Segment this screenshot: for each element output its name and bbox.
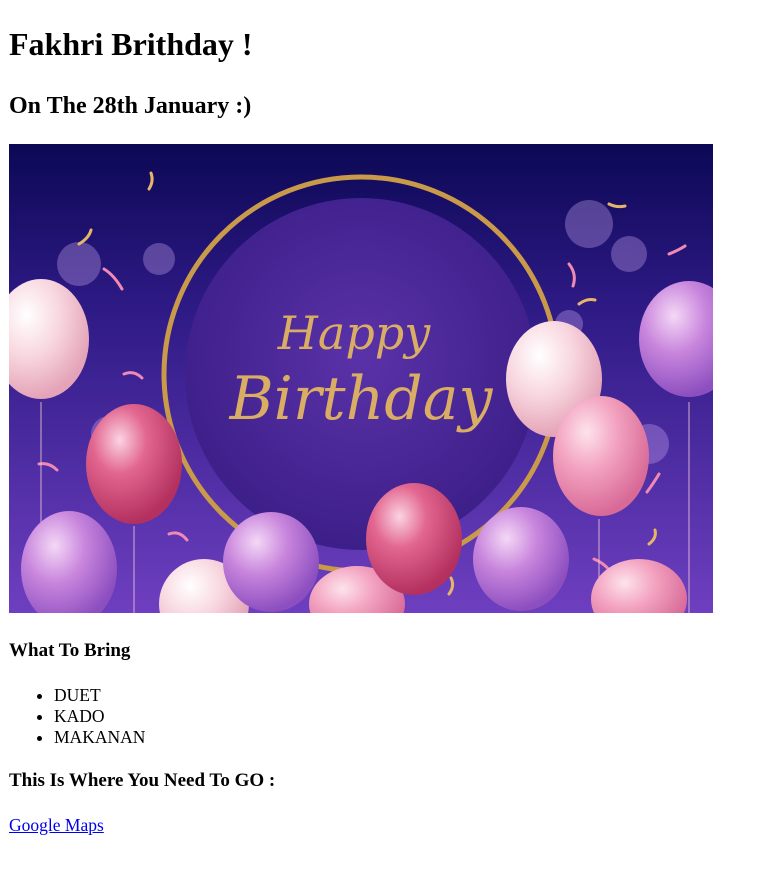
birthday-banner-image: Happy Birthday (9, 144, 713, 613)
google-maps-link[interactable]: Google Maps (9, 815, 104, 836)
bring-heading: What To Bring (9, 640, 131, 661)
list-item: MAKANAN (54, 727, 145, 748)
banner-text-happy: Happy (277, 306, 431, 360)
page-subtitle: On The 28th January :) (9, 93, 252, 119)
location-heading: This Is Where You Need To GO : (9, 770, 276, 791)
bring-list: DUET KADO MAKANAN (14, 685, 145, 748)
banner-text-birthday: Birthday (229, 364, 494, 434)
list-item: KADO (54, 706, 145, 727)
list-item: DUET (54, 685, 145, 706)
page-title: Fakhri Brithday ! (9, 26, 253, 62)
birthday-banner-art: Happy Birthday (9, 144, 713, 613)
